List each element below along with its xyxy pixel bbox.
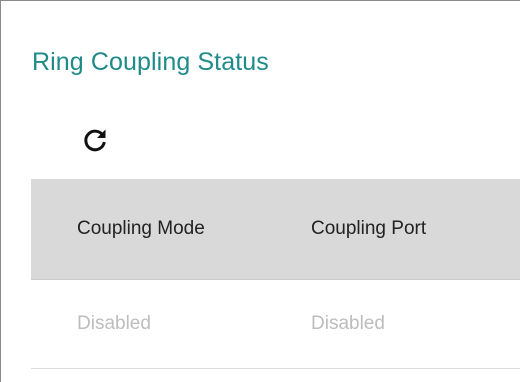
page: Ring Coupling Status Coupling Mode Coupl… [0,0,520,382]
column-header-coupling-mode[interactable]: Coupling Mode [77,179,205,279]
refresh-icon [82,127,108,158]
table-row: Disabled Disabled [31,280,520,369]
panel-title: Ring Coupling Status [32,48,269,76]
cell-coupling-port: Disabled [311,313,385,334]
refresh-button[interactable] [79,126,111,158]
ring-coupling-status-panel: Ring Coupling Status Coupling Mode Coupl… [0,0,520,382]
coupling-status-table: Coupling Mode Coupling Port Disabled Dis… [31,179,520,369]
column-header-coupling-port[interactable]: Coupling Port [311,179,426,279]
cell-coupling-mode: Disabled [77,313,151,334]
table-header: Coupling Mode Coupling Port [31,179,520,280]
